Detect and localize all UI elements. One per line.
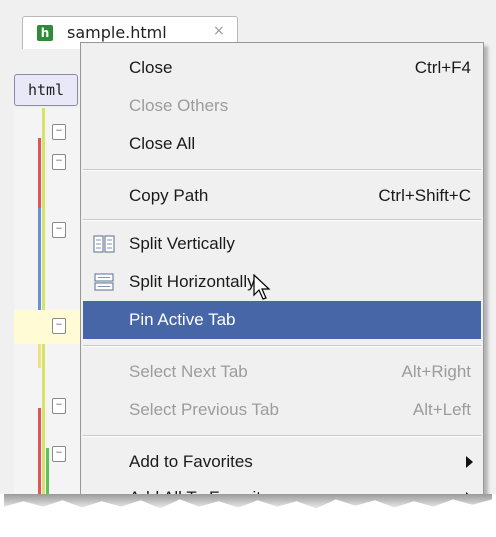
menu-item-shortcut: Alt+Left — [412, 400, 471, 419]
menu-separator — [83, 345, 481, 347]
menu-item-close[interactable]: Close Ctrl+F4 — [83, 49, 481, 87]
split-horizontal-icon — [94, 273, 114, 291]
menu-item-label: Select Previous Tab — [129, 400, 279, 419]
fold-icon[interactable]: − — [52, 222, 66, 238]
menu-item-add-all-to-favorites[interactable]: Add All To Favorites — [83, 479, 481, 507]
menu-item-label: Add to Favorites — [129, 452, 253, 471]
menu-item-label: Pin Active Tab — [129, 310, 236, 329]
menu-item-shortcut: Ctrl+F4 — [414, 58, 471, 77]
menu-item-add-to-favorites[interactable]: Add to Favorites — [83, 443, 481, 481]
menu-item-close-others[interactable]: Close Others — [83, 87, 481, 125]
html-file-icon: h — [37, 25, 53, 41]
fold-icon[interactable]: − — [52, 124, 66, 140]
editor-tab-context-menu: Close Ctrl+F4 Close Others Close All Cop… — [80, 42, 484, 507]
change-marker — [42, 108, 45, 508]
fold-icon[interactable]: − — [52, 318, 66, 334]
menu-item-split-vertically[interactable]: Split Vertically — [83, 225, 481, 263]
menu-item-split-horizontally[interactable]: Split Horizontally — [83, 263, 481, 301]
change-marker — [38, 208, 41, 318]
menu-item-label: Close Others — [129, 96, 229, 115]
fold-icon[interactable]: − — [52, 398, 66, 414]
menu-item-select-previous-tab[interactable]: Select Previous Tab Alt+Left — [83, 391, 481, 429]
menu-item-label: Close All — [129, 134, 196, 153]
menu-separator — [83, 169, 481, 171]
fold-icon[interactable]: − — [52, 154, 66, 170]
menu-item-pin-active-tab[interactable]: Pin Active Tab — [83, 301, 481, 339]
editor-gutter — [14, 108, 87, 508]
fold-icon[interactable]: − — [52, 446, 66, 462]
menu-item-label: Copy Path — [129, 186, 209, 205]
menu-item-shortcut: Ctrl+Shift+C — [378, 186, 471, 205]
close-icon[interactable]: × — [213, 23, 225, 39]
menu-item-label: Split Horizontally — [129, 272, 256, 291]
menu-item-close-all[interactable]: Close All — [83, 125, 481, 163]
change-marker — [38, 408, 41, 508]
menu-item-label: Split Vertically — [129, 234, 235, 253]
current-line-highlight — [14, 310, 86, 344]
submenu-arrow-icon — [466, 456, 473, 468]
tab-title: sample.html — [67, 23, 167, 42]
mouse-cursor-icon — [253, 274, 271, 300]
change-marker — [38, 138, 41, 208]
menu-item-shortcut: Alt+Right — [401, 362, 471, 381]
menu-separator — [83, 435, 481, 437]
menu-separator — [83, 219, 481, 221]
menu-item-copy-path[interactable]: Copy Path Ctrl+Shift+C — [83, 177, 481, 215]
menu-item-label: Close — [129, 58, 173, 77]
split-vertical-icon — [93, 235, 115, 253]
breadcrumb[interactable]: html — [14, 74, 78, 106]
menu-item-label: Select Next Tab — [129, 362, 248, 381]
menu-item-select-next-tab[interactable]: Select Next Tab Alt+Right — [83, 353, 481, 391]
